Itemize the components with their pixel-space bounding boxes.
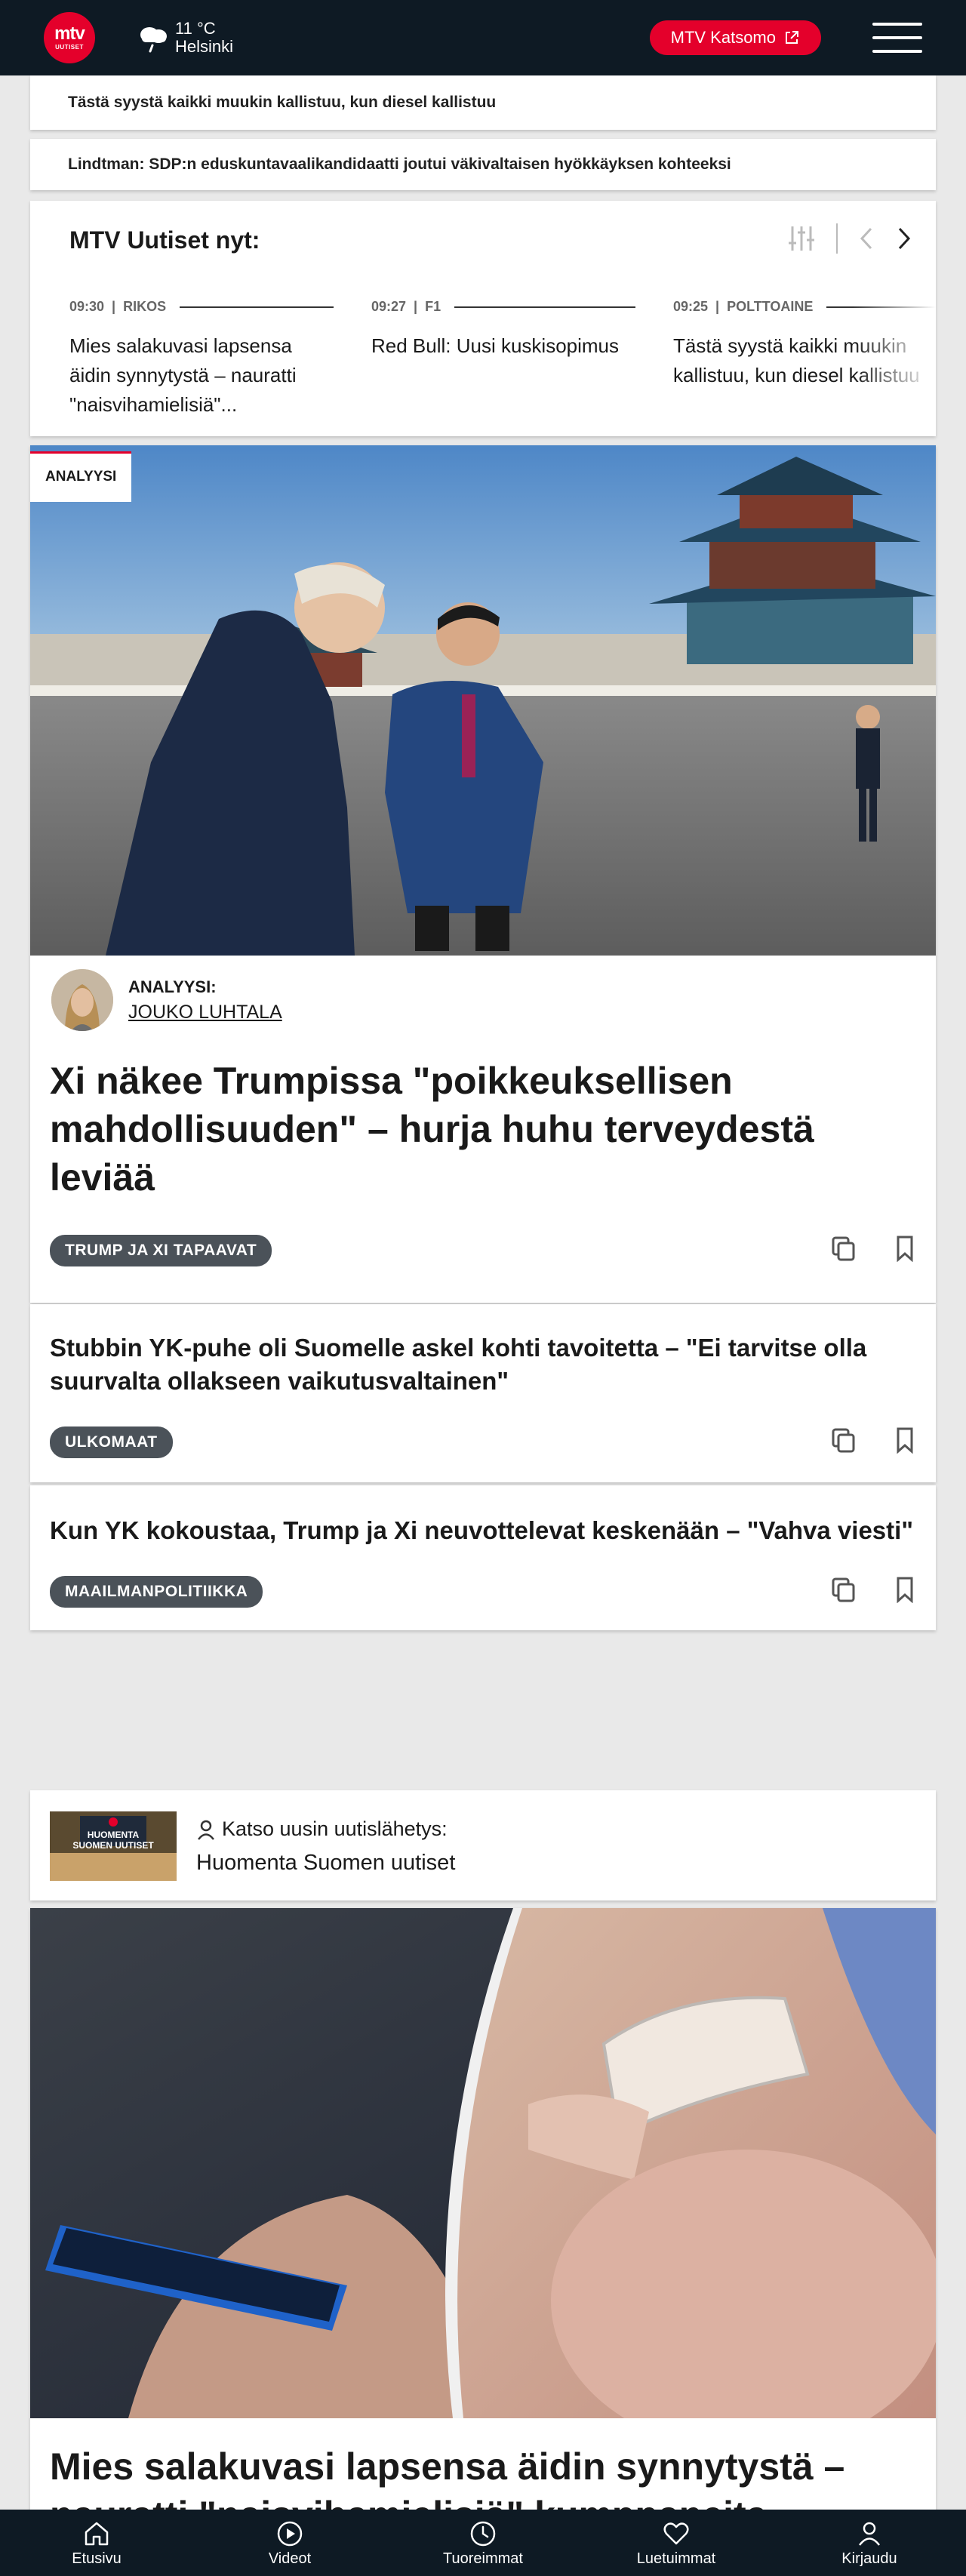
weather-widget[interactable]: 11 °C Helsinki — [134, 20, 233, 56]
nav-label: Tuoreimmat — [443, 2550, 523, 2567]
headline-strip[interactable]: Tästä syystä kaikki muukin kallistuu, ku… — [30, 75, 936, 130]
story-card[interactable]: Kun YK kokoustaa, Trump ja Xi neuvottele… — [30, 1485, 936, 1630]
author-label: ANALYYSI: — [128, 977, 217, 996]
meta-separator: | — [414, 299, 418, 314]
nav-item-kirjaudu[interactable]: Kirjaudu — [801, 2519, 937, 2568]
news-category: RIKOS — [123, 299, 167, 314]
weather-city: Helsinki — [175, 37, 234, 56]
story-headline[interactable]: Kun YK kokoustaa, Trump ja Xi neuvottele… — [50, 1514, 918, 1547]
news-now-title: MTV Uutiset nyt: — [69, 226, 260, 254]
user-icon — [198, 1820, 214, 1840]
nav-label: Kirjaudu — [841, 2550, 897, 2567]
main-story-headline[interactable]: Xi näkee Trumpissa "poikkeuksellisen mah… — [50, 1057, 880, 1202]
bottom-navigation: Etusivu Videot Tuoreimmat Luetuimmat Kir… — [0, 2510, 966, 2576]
news-text: Red Bull: Uusi kuskisopimus — [371, 334, 620, 357]
broadcast-thumbnail[interactable]: HUOMENTA SUOMEN UUTISET — [50, 1811, 177, 1881]
news-time: 09:25 — [673, 299, 709, 314]
broadcast-thumb-text: HUOMENTA SUOMEN UUTISET — [72, 1830, 154, 1851]
main-story-image[interactable]: ANALYYSI — [30, 445, 936, 956]
meta-separator: | — [715, 299, 720, 314]
nav-item-tuoreimmat[interactable]: Tuoreimmat — [415, 2519, 551, 2568]
nav-label: Videot — [268, 2550, 312, 2567]
headline-strip[interactable]: Lindtman: SDP:n eduskuntavaalikandidaatt… — [30, 139, 936, 190]
nav-label: Luetuimmat — [636, 2550, 716, 2567]
broadcast-label: Katso uusin uutislähetys: — [222, 1817, 448, 1840]
weather-temperature: 11 °C — [175, 19, 216, 38]
story-image[interactable] — [30, 1908, 936, 2451]
heart-icon — [663, 2522, 689, 2544]
topic-tag[interactable]: ULKOMAAT — [50, 1426, 173, 1458]
headline-strip-text: Lindtman: SDP:n eduskuntavaalikandidaatt… — [68, 155, 731, 173]
news-now-item[interactable]: 09:30 | RIKOS Mies salakuvasi lapsensa ä… — [69, 299, 334, 420]
avatar — [51, 969, 113, 1031]
nav-item-etusivu[interactable]: Etusivu — [29, 2519, 165, 2568]
chevron-right-icon[interactable] — [895, 226, 913, 251]
mtv-katsomo-button[interactable]: MTV Katsomo — [649, 20, 821, 55]
news-category: POLTTOAINE — [727, 299, 814, 314]
filter-sliders-icon[interactable] — [786, 223, 817, 254]
news-category: F1 — [425, 299, 441, 314]
chevron-left-icon[interactable] — [857, 226, 875, 251]
play-icon — [277, 2521, 303, 2546]
broadcast-title[interactable]: Huomenta Suomen uutiset — [196, 1851, 455, 1876]
author-byline[interactable]: ANALYYSI: JOUKO LUHTALA — [51, 969, 282, 1031]
clock-icon — [470, 2521, 496, 2546]
story-card-large[interactable]: Mies salakuvasi lapsensa äidin synnytyst… — [30, 1908, 936, 2557]
nav-label: Etusivu — [72, 2550, 122, 2567]
external-link-icon — [786, 31, 798, 44]
news-time: 09:30 — [69, 299, 105, 314]
meta-separator: | — [112, 299, 116, 314]
author-name-link[interactable]: JOUKO LUHTALA — [128, 1002, 282, 1023]
nav-item-luetuimmat[interactable]: Luetuimmat — [608, 2519, 744, 2568]
news-time: 09:27 — [371, 299, 407, 314]
copy-icon[interactable] — [830, 1426, 856, 1454]
menu-icon[interactable] — [872, 23, 922, 53]
latest-broadcast-card[interactable]: HUOMENTA SUOMEN UUTISET Katso uusin uuti… — [30, 1790, 936, 1900]
bookmark-icon[interactable] — [892, 1235, 918, 1262]
copy-icon[interactable] — [830, 1235, 856, 1262]
logo-subtext: UUTISET — [55, 43, 84, 51]
main-story-card[interactable]: ANALYYSI ANALYYSI: JOUKO LUHTALA Xi näke… — [30, 445, 936, 1303]
top-bar: mtv UUTISET 11 °C Helsinki MTV Katsomo — [0, 0, 966, 75]
news-now-carousel: MTV Uutiset nyt: 09:30 | RIKOS Mies sala… — [30, 201, 936, 436]
timeline-line — [454, 306, 635, 308]
copy-icon[interactable] — [830, 1576, 856, 1603]
photo-leaders-handshake — [30, 445, 936, 956]
topic-tag[interactable]: TRUMP JA XI TAPAAVAT — [50, 1235, 272, 1266]
katsomo-label: MTV Katsomo — [670, 28, 776, 47]
bookmark-icon[interactable] — [892, 1426, 918, 1454]
user-icon — [859, 2522, 880, 2546]
mtv-uutiset-logo[interactable]: mtv UUTISET — [44, 12, 95, 63]
headline-strip-text: Tästä syystä kaikki muukin kallistuu, ku… — [68, 94, 497, 111]
home-icon — [85, 2522, 109, 2545]
bookmark-icon[interactable] — [892, 1576, 918, 1603]
topic-tag[interactable]: MAAILMANPOLITIIKKA — [50, 1576, 263, 1608]
story-card[interactable]: Stubbin YK-puhe oli Suomelle askel kohti… — [30, 1304, 936, 1482]
cloud-rain-icon — [140, 27, 167, 53]
news-text: Mies salakuvasi lapsensa äidin synnytyst… — [69, 334, 297, 416]
news-now-item[interactable]: 09:27 | F1 Red Bull: Uusi kuskisopimus — [371, 299, 635, 361]
analysis-badge: ANALYYSI — [30, 451, 132, 502]
logo-text: mtv — [54, 23, 85, 44]
timeline-line — [180, 306, 334, 308]
story-headline[interactable]: Stubbin YK-puhe oli Suomelle askel kohti… — [50, 1331, 903, 1398]
carousel-fade — [853, 269, 936, 420]
controls-divider — [836, 223, 838, 254]
nav-item-videot[interactable]: Videot — [222, 2519, 358, 2568]
